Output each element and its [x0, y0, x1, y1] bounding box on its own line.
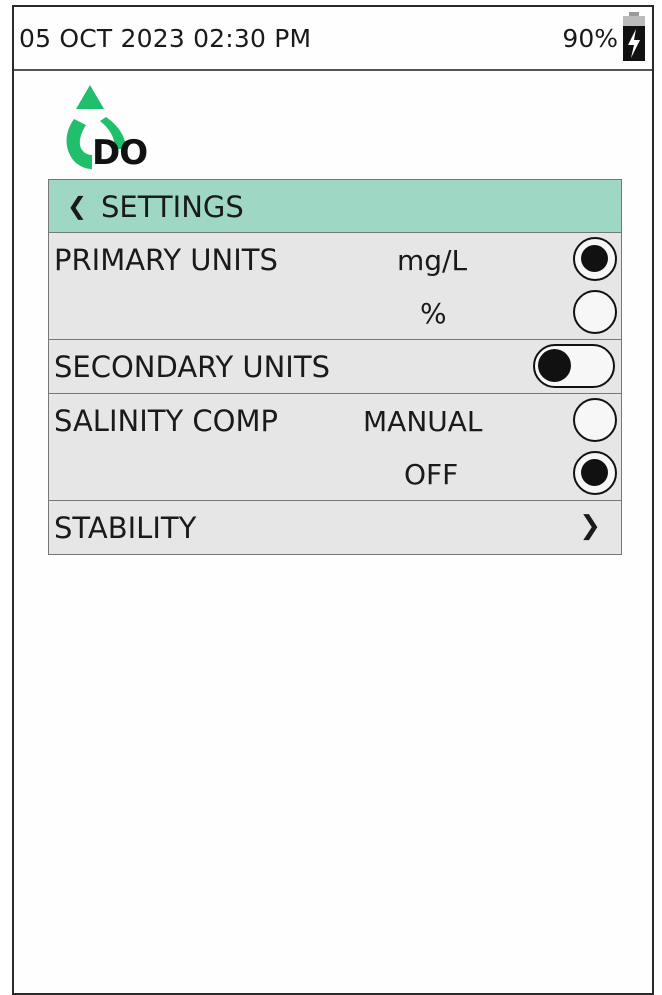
primary-units-option-percent[interactable]: %	[49, 286, 621, 339]
primary-units-label: PRIMARY UNITS	[54, 243, 278, 277]
option-mgl-label: mg/L	[397, 244, 468, 277]
status-datetime: 05 OCT 2023 02:30 PM	[19, 24, 312, 53]
battery-charging-icon	[623, 12, 645, 61]
page-title: SETTINGS	[101, 190, 244, 224]
app-logo: DO	[52, 83, 164, 175]
radio-mgl[interactable]	[573, 237, 617, 281]
secondary-units-label: SECONDARY UNITS	[54, 350, 330, 384]
option-percent-label: %	[420, 297, 447, 330]
secondary-units-toggle[interactable]	[533, 344, 615, 388]
stability-row[interactable]: STABILITY ❯	[49, 501, 621, 554]
primary-units-option-mgl[interactable]: PRIMARY UNITS mg/L	[49, 233, 621, 286]
salinity-comp-label: SALINITY COMP	[54, 404, 278, 438]
chevron-left-icon[interactable]: ❮	[67, 192, 87, 220]
secondary-units-row[interactable]: SECONDARY UNITS	[49, 340, 621, 393]
option-manual-label: MANUAL	[363, 405, 483, 438]
option-off-label: OFF	[404, 458, 459, 491]
secondary-units-section: SECONDARY UNITS	[49, 340, 621, 394]
salinity-comp-section: SALINITY COMP MANUAL OFF	[49, 394, 621, 501]
chevron-right-icon[interactable]: ❯	[579, 511, 601, 541]
status-bar: 05 OCT 2023 02:30 PM 90%	[14, 7, 652, 71]
salinity-option-manual[interactable]: SALINITY COMP MANUAL	[49, 394, 621, 447]
salinity-option-off[interactable]: OFF	[49, 447, 621, 500]
stability-section: STABILITY ❯	[49, 501, 621, 554]
radio-percent[interactable]	[573, 290, 617, 334]
logo-text: DO	[92, 133, 148, 173]
radio-manual[interactable]	[573, 398, 617, 442]
radio-off[interactable]	[573, 451, 617, 495]
stability-label: STABILITY	[54, 511, 197, 545]
settings-menu: ❮ SETTINGS PRIMARY UNITS mg/L % SECONDAR…	[48, 179, 622, 555]
device-screen: 05 OCT 2023 02:30 PM 90% DO ❮ SETTINGS P…	[12, 5, 654, 995]
settings-header[interactable]: ❮ SETTINGS	[49, 180, 621, 233]
toggle-knob	[538, 349, 571, 382]
primary-units-section: PRIMARY UNITS mg/L %	[49, 233, 621, 340]
battery-percentage: 90%	[562, 24, 618, 53]
